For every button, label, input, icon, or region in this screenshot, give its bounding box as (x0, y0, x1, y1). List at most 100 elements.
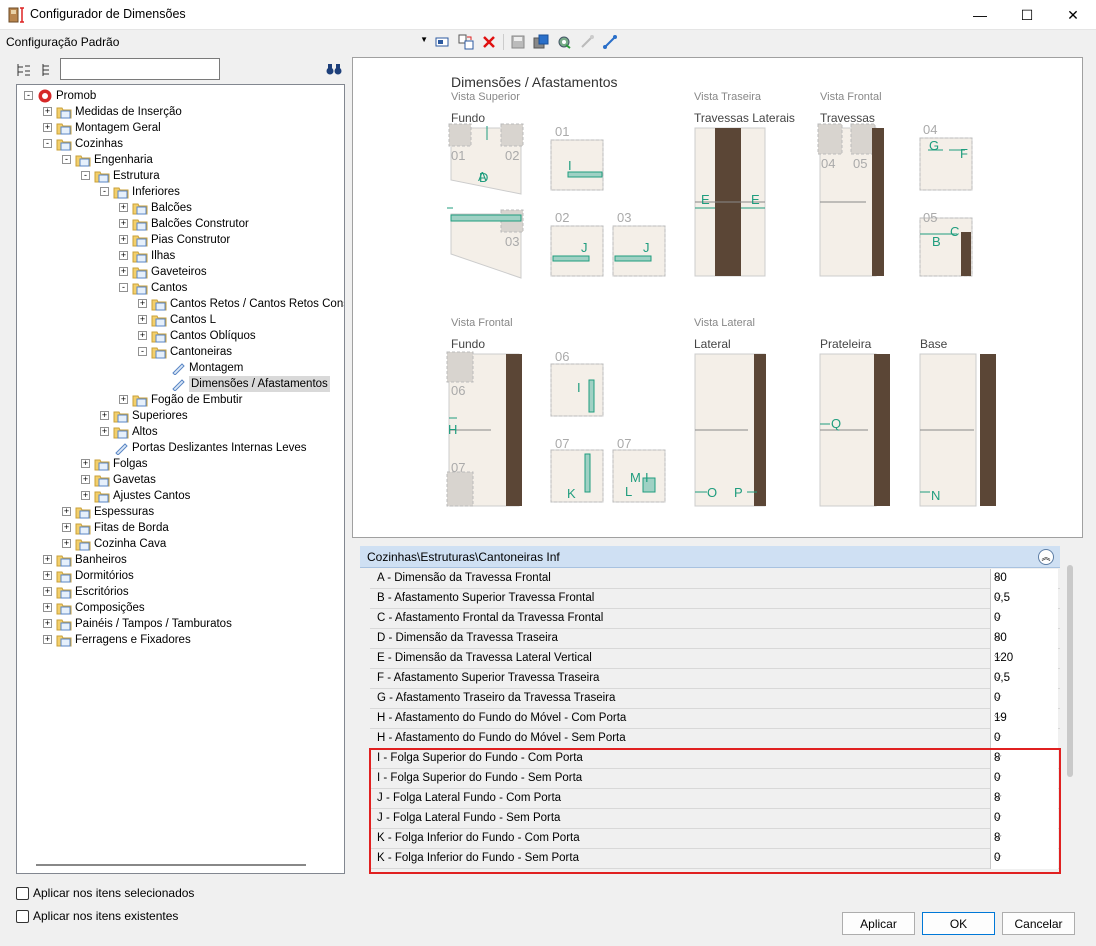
collapse-node-icon[interactable]: - (62, 155, 71, 164)
grid-vertical-scrollbar[interactable] (1067, 565, 1073, 777)
tree-node[interactable]: + Balcões (17, 200, 344, 216)
expand-all-icon[interactable] (16, 62, 32, 78)
tree-node[interactable]: Portas Deslizantes Internas Leves (17, 440, 344, 456)
tree-node[interactable]: - Cantoneiras (17, 344, 344, 360)
property-value-select[interactable]: 19 ⌵ (990, 709, 1058, 729)
apply-selected-checkbox[interactable] (16, 887, 29, 900)
tree-node[interactable]: + Fitas de Borda (17, 520, 344, 536)
expand-icon[interactable]: + (138, 315, 147, 324)
collapse-node-icon[interactable]: - (100, 187, 109, 196)
expand-icon[interactable]: + (119, 251, 128, 260)
tree-node[interactable]: + Painéis / Tampos / Tamburatos (17, 616, 344, 632)
apply-existing-checkbox[interactable] (16, 910, 29, 923)
chevron-down-icon[interactable]: ⌵ (994, 711, 1054, 722)
tree-node[interactable]: - Inferiores (17, 184, 344, 200)
tree-node[interactable]: + Ajustes Cantos (17, 488, 344, 504)
tree-node[interactable]: + Montagem Geral (17, 120, 344, 136)
tree-node[interactable]: - Engenharia (17, 152, 344, 168)
delete-icon[interactable] (480, 33, 498, 51)
property-value-select[interactable]: 80 ⌵ (990, 569, 1058, 589)
expand-icon[interactable]: + (119, 235, 128, 244)
chevron-down-icon[interactable]: ⌵ (994, 631, 1054, 642)
expand-icon[interactable]: + (100, 427, 109, 436)
collapse-node-icon[interactable]: - (81, 171, 90, 180)
property-value-select[interactable]: 80 ⌵ (990, 629, 1058, 649)
expand-icon[interactable]: + (43, 603, 52, 612)
collapse-node-icon[interactable]: - (43, 139, 52, 148)
expand-icon[interactable]: + (119, 203, 128, 212)
cancel-button[interactable]: Cancelar (1002, 912, 1075, 935)
expand-icon[interactable]: + (62, 539, 71, 548)
property-value-select[interactable]: 0 ⌵ (990, 729, 1058, 749)
expand-icon[interactable]: + (81, 491, 90, 500)
expand-icon[interactable]: + (43, 635, 52, 644)
collapse-icon[interactable]: ︽ (1038, 549, 1054, 565)
chevron-down-icon[interactable]: ⌵ (994, 691, 1054, 702)
settings-icon[interactable] (555, 33, 573, 51)
expand-icon[interactable]: + (43, 619, 52, 628)
tree-node[interactable]: + Pias Construtor (17, 232, 344, 248)
tree-node[interactable]: + Composições (17, 600, 344, 616)
import-icon[interactable] (532, 33, 550, 51)
property-value-select[interactable]: 0,5 ⌵ (990, 669, 1058, 689)
expand-icon[interactable]: + (43, 107, 52, 116)
chevron-down-icon[interactable]: ⌵ (994, 731, 1054, 742)
tree-node[interactable]: + Ferragens e Fixadores (17, 632, 344, 648)
ok-button[interactable]: OK (922, 912, 995, 935)
tree-node[interactable]: + Cantos Retos / Cantos Retos Const (17, 296, 344, 312)
property-value-select[interactable]: 0,5 ⌵ (990, 589, 1058, 609)
tree-node[interactable]: + Folgas (17, 456, 344, 472)
property-value-select[interactable]: 0 ⌵ (990, 689, 1058, 709)
expand-icon[interactable]: + (62, 507, 71, 516)
apply-button[interactable]: Aplicar (842, 912, 915, 935)
tree-node[interactable]: + Fogão de Embutir (17, 392, 344, 408)
tree-node[interactable]: + Escritórios (17, 584, 344, 600)
minimize-button[interactable]: — (957, 0, 1003, 30)
expand-icon[interactable]: + (119, 267, 128, 276)
tree-node[interactable]: + Cozinha Cava (17, 536, 344, 552)
save-icon[interactable] (509, 33, 527, 51)
tree-node[interactable]: + Espessuras (17, 504, 344, 520)
expand-icon[interactable]: + (119, 219, 128, 228)
property-value-select[interactable]: 0 ⌵ (990, 609, 1058, 629)
tree-node[interactable]: + Balcões Construtor (17, 216, 344, 232)
tree-node[interactable]: + Gavetas (17, 472, 344, 488)
tree-node[interactable]: + Gaveteiros (17, 264, 344, 280)
expand-icon[interactable]: + (138, 331, 147, 340)
tree-node[interactable]: + Medidas de Inserção (17, 104, 344, 120)
tree-node[interactable]: - Estrutura (17, 168, 344, 184)
tree-search-input[interactable] (60, 58, 220, 80)
collapse-node-icon[interactable]: - (138, 347, 147, 356)
tree-node[interactable]: - Cozinhas (17, 136, 344, 152)
tree-node[interactable]: + Dormitórios (17, 568, 344, 584)
configuration-select[interactable]: Configuração Padrão ▼ (4, 33, 430, 51)
expand-icon[interactable]: + (119, 395, 128, 404)
link-icon[interactable] (601, 33, 619, 51)
property-value-select[interactable]: 120 ⌵ (990, 649, 1058, 669)
category-tree[interactable]: - Promob + Medidas de Inserção + Montagem Ger… (16, 84, 345, 874)
chevron-down-icon[interactable]: ⌵ (994, 571, 1054, 582)
copy-config-icon[interactable] (457, 33, 475, 51)
tree-horizontal-scrollbar[interactable] (18, 858, 344, 872)
tree-node[interactable]: - Cantos (17, 280, 344, 296)
chevron-down-icon[interactable]: ⌵ (994, 651, 1054, 662)
expand-icon[interactable]: + (43, 123, 52, 132)
binoculars-icon[interactable] (326, 61, 342, 77)
add-config-icon[interactable] (434, 33, 452, 51)
maximize-button[interactable]: ☐ (1004, 0, 1050, 30)
tree-node[interactable]: + Superiores (17, 408, 344, 424)
tree-node[interactable]: + Banheiros (17, 552, 344, 568)
tree-node[interactable]: + Cantos Oblíquos (17, 328, 344, 344)
close-button[interactable]: ✕ (1050, 0, 1096, 30)
chevron-down-icon[interactable]: ⌵ (994, 671, 1054, 682)
expand-icon[interactable]: + (43, 571, 52, 580)
tree-node[interactable]: Montagem (17, 360, 344, 376)
expand-icon[interactable]: + (43, 587, 52, 596)
tree-node[interactable]: + Ilhas (17, 248, 344, 264)
expand-icon[interactable]: + (100, 411, 109, 420)
expand-icon[interactable]: + (43, 555, 52, 564)
tree-node[interactable]: + Altos (17, 424, 344, 440)
expand-icon[interactable]: + (138, 299, 147, 308)
expand-icon[interactable]: + (62, 523, 71, 532)
chevron-down-icon[interactable]: ⌵ (994, 611, 1054, 622)
